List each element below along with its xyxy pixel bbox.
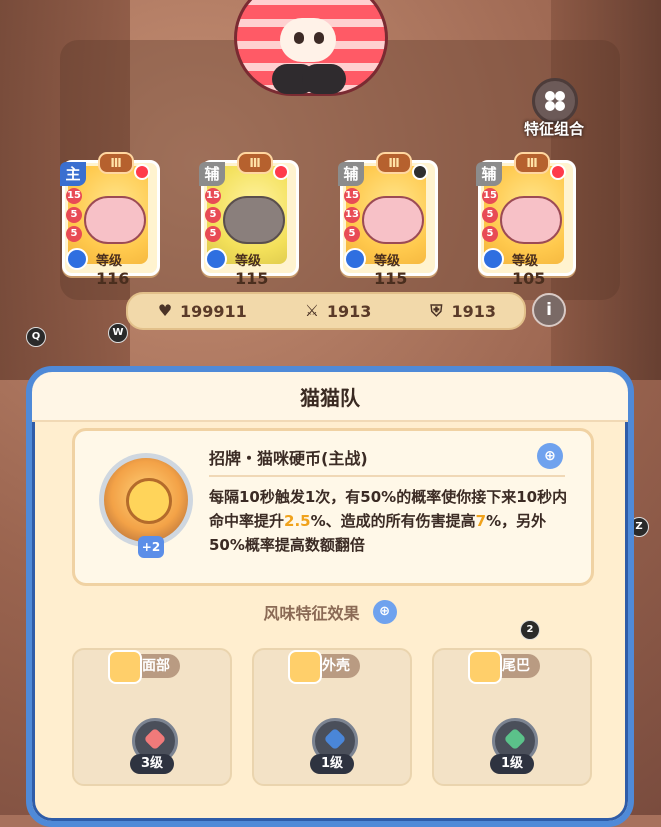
star-column: 15 5 5 xyxy=(205,188,221,245)
tier-badge: Ⅲ xyxy=(237,152,273,174)
role-badge: 辅 xyxy=(476,162,502,186)
shell-icon xyxy=(288,650,322,684)
slot-name: 面部 xyxy=(142,658,170,674)
skill-description: 每隔10秒触发1次，有50%的概率使你接下来10秒内命中率提升2.5%、造成的所… xyxy=(209,488,568,554)
attack-stat: ⚔ 1913 xyxy=(303,302,372,321)
notification-dot xyxy=(550,164,566,180)
tier-badge: Ⅲ xyxy=(98,152,134,174)
slot-level: 1级 xyxy=(490,754,534,774)
team-stats-bar: ♥ 199911 ⚔ 1913 ⛨ 1913 xyxy=(126,292,526,330)
leaf-gem-icon xyxy=(503,727,527,751)
skill-plus-badge: +2 xyxy=(138,536,164,558)
star-column: 15 5 5 xyxy=(66,188,82,245)
cat-portrait xyxy=(223,196,285,244)
star-value: 5 xyxy=(205,226,221,242)
star-value: 5 xyxy=(482,207,498,223)
tier-badge: Ⅲ xyxy=(376,152,412,174)
slot-tag: 外壳 xyxy=(288,650,360,684)
cat-portrait xyxy=(84,196,146,244)
slot-tag: 尾巴 xyxy=(468,650,540,684)
role-badge: 辅 xyxy=(338,162,364,186)
defense-stat: ⛨ 1913 xyxy=(427,302,496,321)
flavor-title: 风味特征效果 xyxy=(263,604,360,623)
level-text: 等级105 xyxy=(512,254,546,288)
cat-face xyxy=(280,18,336,62)
team-card-3[interactable]: 辅 Ⅲ 15 13 5 等级115 xyxy=(338,152,438,288)
team-detail-panel: 猫猫队 +2 招牌・猫咪硬币(主战) ⊕ 每隔10秒触发1次，有50%的概率使你… xyxy=(26,366,634,827)
level-text: 等级115 xyxy=(235,254,269,288)
level-text: 等级116 xyxy=(96,254,130,288)
lock-dot xyxy=(412,164,428,180)
slot-tail[interactable]: 尾巴 1级 xyxy=(432,648,592,786)
hp-stat: ♥ 199911 xyxy=(156,302,247,321)
paw-icon xyxy=(66,248,88,270)
trait-combo-button[interactable]: 特征组合 xyxy=(515,78,605,148)
tier-badge: Ⅲ xyxy=(514,152,550,174)
star-column: 15 5 5 xyxy=(482,188,498,245)
feather-gem-icon xyxy=(323,727,347,751)
notification-dot xyxy=(273,164,289,180)
divider xyxy=(209,475,565,477)
star-value: 15 xyxy=(66,188,82,204)
slot-name: 尾巴 xyxy=(502,658,530,674)
tail-icon xyxy=(468,650,502,684)
cat-portrait xyxy=(362,196,424,244)
slot-shell[interactable]: 外壳 1级 xyxy=(252,648,412,786)
shield-icon: ⛨ xyxy=(430,301,443,320)
star-value: 5 xyxy=(205,207,221,223)
hotkey-w: W xyxy=(108,323,128,343)
skill-zoom-icon[interactable]: ⊕ xyxy=(537,443,563,469)
cat-eye-left xyxy=(294,32,304,44)
role-badge: 辅 xyxy=(199,162,225,186)
paw-icon xyxy=(205,248,227,270)
team-card-1[interactable]: 主 Ⅲ 15 5 5 等级116 xyxy=(60,152,160,288)
notification-dot xyxy=(134,164,150,180)
hotkey-2: 2 xyxy=(520,620,540,640)
coin-icon xyxy=(126,478,172,524)
cat-paw-right xyxy=(302,64,346,94)
star-column: 15 13 5 xyxy=(344,188,360,245)
paw-icon xyxy=(482,248,504,270)
star-value: 5 xyxy=(66,207,82,223)
flavor-section-header: 风味特征效果 ⊕ xyxy=(32,600,628,624)
role-badge: 主 xyxy=(60,162,86,186)
panel-title: 猫猫队 xyxy=(300,386,360,410)
level-text: 等级115 xyxy=(374,254,408,288)
flavor-slots: 面部 3级 外壳 1级 尾巴 1级 2 xyxy=(72,620,592,788)
flavor-zoom-icon[interactable]: ⊕ xyxy=(372,600,397,624)
star-value: 15 xyxy=(344,188,360,204)
slot-tag: 面部 xyxy=(108,650,180,684)
hotkey-q: Q xyxy=(26,327,46,347)
face-icon xyxy=(108,650,142,684)
trait-combo-label: 特征组合 xyxy=(523,120,584,138)
hp-value: 199911 xyxy=(180,301,247,321)
cat-portrait xyxy=(500,196,562,244)
defense-value: 1913 xyxy=(451,301,496,321)
star-value: 15 xyxy=(482,188,498,204)
paw-icon xyxy=(344,248,366,270)
star-value: 5 xyxy=(344,226,360,242)
main-cat-character[interactable] xyxy=(228,0,388,96)
heart-icon: ♥ xyxy=(157,301,173,320)
skill-card: +2 招牌・猫咪硬币(主战) ⊕ 每隔10秒触发1次，有50%的概率使你接下来1… xyxy=(72,428,594,586)
slot-level: 3级 xyxy=(130,754,174,774)
slot-level: 1级 xyxy=(310,754,354,774)
star-value: 15 xyxy=(205,188,221,204)
team-card-2[interactable]: 辅 Ⅲ 15 5 5 等级115 xyxy=(199,152,299,288)
slot-face[interactable]: 面部 3级 xyxy=(72,648,232,786)
attack-value: 1913 xyxy=(326,301,372,321)
cat-eye-right xyxy=(314,32,324,44)
info-button[interactable]: i xyxy=(532,293,566,327)
flower-gem-icon xyxy=(143,727,167,751)
star-value: 5 xyxy=(66,226,82,242)
skill-name: 招牌・猫咪硬币(主战) xyxy=(209,449,368,468)
crossed-swords-icon: ⚔ xyxy=(304,301,320,320)
star-value: 5 xyxy=(482,226,498,242)
star-value: 13 xyxy=(344,207,360,223)
slot-name: 外壳 xyxy=(322,658,350,674)
team-card-4[interactable]: 辅 Ⅲ 15 5 5 等级105 xyxy=(476,152,576,288)
coin-skill-icon[interactable]: +2 xyxy=(99,453,193,558)
